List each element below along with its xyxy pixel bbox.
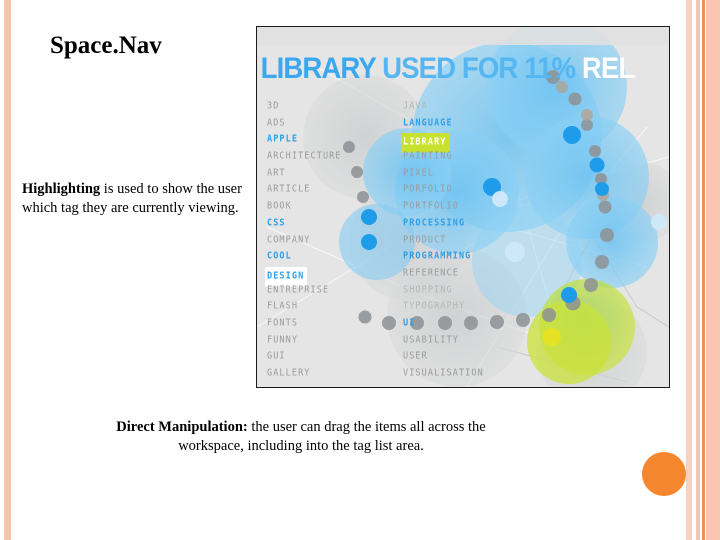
highlighting-note-strong: Highlighting [22,181,101,197]
tag-row[interactable]: GALLERY [265,364,401,381]
tag-row[interactable]: PROCESSING [401,214,576,231]
tag-row[interactable]: 3D [265,97,401,114]
tag-row[interactable]: ARCHITECTURE [265,147,401,164]
slide-title: Space.Nav [50,32,162,59]
tag-row[interactable]: PROGRAMMING [401,247,576,264]
tag-row[interactable]: FONTS [265,314,401,331]
tag-row[interactable]: PRODUCT [401,231,576,248]
tag-row[interactable]: FUNNY [265,331,401,348]
spacenav-canvas[interactable]: LIBRARY USED FOR 11% RELATED 3DADSAPPLEA… [257,27,669,387]
right-accent-stripe-2 [696,0,700,540]
tag-row[interactable]: DESIGN [265,264,401,287]
tag-row[interactable]: UI [401,314,576,331]
tag-row[interactable]: USABILITY [401,331,576,348]
right-accent-stripe-4 [706,0,720,540]
tag-row[interactable]: TYPOGRAPHY [401,297,576,314]
tag-column-left[interactable]: 3D ADS APPLE ARCHITECTURE ART ARTICLE BOOK CSS C… [265,97,401,381]
direct-manipulation-note-strong: Direct Manipulation: [116,419,248,435]
tag-row[interactable]: PORTFOLIO [401,197,576,214]
tag-row[interactable]: GUI [265,347,401,364]
tag-row[interactable]: ENTREPRISE [265,281,401,298]
tag-row[interactable]: PORFOLIO [401,180,576,197]
tag-row[interactable]: APPLE [265,130,401,147]
tag-row[interactable]: REFERENCE [401,264,576,281]
tag-row[interactable]: ART [265,164,401,181]
tag-row[interactable]: ARTICLE [265,180,401,197]
tag-row[interactable]: FLASH [265,297,401,314]
right-accent-stripe-3 [702,0,705,540]
spacenav-screenshot-panel: LIBRARY USED FOR 11% RELATED 3DADSAPPLEA… [256,26,670,388]
tag-row[interactable]: VISUALISATION [401,364,576,381]
headline-part-usedfor: USED FOR 11% [382,52,582,85]
tag-row[interactable]: COOL [265,247,401,264]
headline-part-related: RELATED [581,52,636,85]
tag-row[interactable]: PIXEL [401,164,576,181]
tag-row[interactable]: CSS [265,214,401,231]
left-accent-stripe [4,0,11,540]
tag-row[interactable]: ADS [265,114,401,131]
tag-item-gallery[interactable]: GALLERY [265,364,401,383]
headline-part-library: LIBRARY [260,52,383,85]
tag-row[interactable]: SHOPPING [401,281,576,298]
tag-row[interactable]: BOOK [265,197,401,214]
tag-row[interactable]: COMPANY [265,231,401,248]
tag-list[interactable]: 3D ADS APPLE ARCHITECTURE ART ARTICLE BOOK CSS C… [265,97,665,381]
highlighting-note: Highlighting is used to show the user wh… [22,180,250,219]
direct-manipulation-note: Direct Manipulation: the user can drag t… [86,418,516,457]
tag-item-language[interactable]: LANGUAGE [401,114,576,133]
app-headline: LIBRARY USED FOR 11% RELATED [257,49,636,89]
tag-column-right[interactable]: JAVA LANGUAGE LIBRARY PAINTING PIXEL PORFOLIO… [401,97,576,381]
tag-row[interactable]: PAINTING [401,147,576,164]
tag-row[interactable]: LANGUAGE [401,114,576,131]
orange-bullet-dot [642,452,686,496]
tag-item-visualisation[interactable]: VISUALISATION [401,364,576,383]
tag-row[interactable]: USER [401,347,576,364]
tag-item-cool[interactable]: COOL [265,247,401,266]
tag-row[interactable]: JAVA [401,97,576,114]
right-accent-stripe-1 [686,0,692,540]
